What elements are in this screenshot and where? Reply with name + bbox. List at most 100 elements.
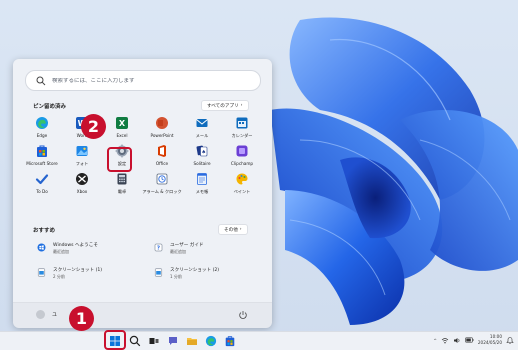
user-bar: ユ [13,302,272,328]
pinned-app-label: フォト [75,161,89,166]
svg-text:♠: ♠ [201,150,205,156]
more-label: その他 [224,227,238,233]
recommended-item-title: ユーザー ガイド [170,243,204,248]
pinned-app-mail[interactable]: メール [182,114,222,142]
clock-date: 2024/05/20 [477,340,502,345]
recommended-item[interactable]: スクリーンショット (1) 2 分前 [37,267,154,292]
calculator-icon [115,172,129,186]
recommended-section-title: おすすめ [33,228,56,234]
todo-icon [35,172,49,186]
start-search-box[interactable] [25,70,261,91]
recommended-item-subtitle: 最近追加 [170,249,186,254]
clipchamp-icon [235,144,249,158]
pinned-app-label: 電卓 [117,189,127,194]
alarm-clock-icon [155,172,169,186]
excel-icon: X [115,116,129,130]
desktop: ピン留め済み すべてのアプリ › EdgeWWordXExcelPowerPoi… [0,0,518,350]
pinned-app-notepad[interactable]: メモ帳 [182,170,222,198]
search-icon [36,76,46,85]
pinned-app-label: Office [155,161,169,166]
search-input[interactable] [52,77,252,84]
settings-highlight-box [107,147,132,172]
system-tray: ^ 10:00 2024/05/20 [434,334,515,346]
recommended-item[interactable]: スクリーンショット (2) 1 分前 [154,267,254,292]
wifi-icon[interactable] [441,337,449,344]
photos-icon [75,144,89,158]
notification-bell-icon[interactable] [506,336,514,344]
taskbar-edge-icon[interactable] [205,335,217,347]
pinned-app-clipchamp[interactable]: Clipchamp [222,142,262,170]
user-name[interactable]: ユ [52,311,57,318]
pinned-app-label: Microsoft Store [26,161,58,166]
all-apps-button[interactable]: すべてのアプリ › [201,100,249,111]
battery-icon[interactable] [465,337,474,343]
pinned-app-label: PowerPoint [150,133,174,138]
pinned-section-title: ピン留め済み [33,104,67,110]
svg-text:?: ? [157,246,160,252]
solitaire-icon: ♠ [195,144,209,158]
pinned-app-powerpoint[interactable]: PowerPoint [142,114,182,142]
pinned-app-label: カレンダー [231,133,253,138]
pinned-app-edge[interactable]: Edge [22,114,62,142]
step-2-badge: 2 [81,114,106,139]
step-1-badge: 1 [69,306,94,331]
clock[interactable]: 10:00 2024/05/20 [478,334,502,346]
image-file-icon [154,268,163,277]
taskbar-task-view-icon[interactable] [148,335,160,347]
store-icon [35,144,49,158]
calendar-icon [235,116,249,130]
recommended-item-subtitle: 2 分前 [53,274,65,279]
pinned-app-label: To Do [36,189,48,194]
xbox-icon [75,172,89,186]
all-apps-label: すべてのアプリ [207,103,239,109]
pinned-app-label: ペイント [233,189,251,194]
more-button[interactable]: その他 › [218,224,248,235]
recommended-item[interactable]: ? ユーザー ガイド 最近追加 [154,242,254,267]
pinned-app-label: メモ帳 [195,189,209,194]
pinned-app-todo[interactable]: To Do [22,170,62,198]
pinned-app-calendar[interactable]: カレンダー [222,114,262,142]
pinned-app-label: アラーム & クロック [142,189,182,194]
start-button-highlight-box [104,330,126,350]
pinned-apps-grid: EdgeWWordXExcelPowerPointメールカレンダーMicroso… [22,114,262,198]
tray-overflow-chevron[interactable]: ^ [434,338,437,343]
recommended-item[interactable]: Windows へようこそ 最近追加 [37,242,154,267]
taskbar-file-explorer-icon[interactable] [186,335,198,347]
edge-icon [35,116,49,130]
power-icon[interactable] [238,310,248,320]
svg-text:X: X [119,119,126,128]
notepad-icon [195,172,209,186]
pinned-app-label: Xbox [76,189,88,194]
pinned-app-label: メール [195,133,209,138]
windows-welcome-icon [37,243,46,252]
mail-icon [195,116,209,130]
taskbar: ^ 10:00 2024/05/20 [0,331,518,350]
pinned-app-office[interactable]: Office [142,142,182,170]
pinned-app-xbox[interactable]: Xbox [62,170,102,198]
taskbar-search-icon[interactable] [129,335,141,347]
paint-icon [235,172,249,186]
pinned-app-excel[interactable]: X Excel [102,114,142,142]
recommended-item-title: スクリーンショット (2) [170,268,220,273]
pinned-app-store[interactable]: Microsoft Store [22,142,62,170]
pinned-app-paint[interactable]: ペイント [222,170,262,198]
pinned-app-alarm-clock[interactable]: アラーム & クロック [142,170,182,198]
pinned-app-label: Excel [116,133,128,138]
volume-icon[interactable] [453,337,461,344]
pinned-app-calculator[interactable]: 電卓 [102,170,142,198]
recommended-list: Windows へようこそ 最近追加? ユーザー ガイド 最近追加 スクリーンショット … [37,242,257,292]
taskbar-chat-icon[interactable] [167,335,179,347]
image-file-icon [37,268,46,277]
recommended-item-subtitle: 1 分前 [170,274,182,279]
user-avatar[interactable] [36,310,45,319]
chevron-right-icon: › [239,227,242,232]
pinned-app-photos[interactable]: フォト [62,142,102,170]
powerpoint-icon [155,116,169,130]
taskbar-store-icon[interactable] [224,335,236,347]
pinned-app-label: Edge [36,133,48,138]
pinned-app-solitaire[interactable]: ♠ Solitaire [182,142,222,170]
recommended-item-title: Windows へようこそ [53,243,98,248]
pinned-app-label: Solitaire [193,161,211,166]
pinned-app-label: Clipchamp [230,161,254,166]
recommended-item-subtitle: 最近追加 [53,249,69,254]
